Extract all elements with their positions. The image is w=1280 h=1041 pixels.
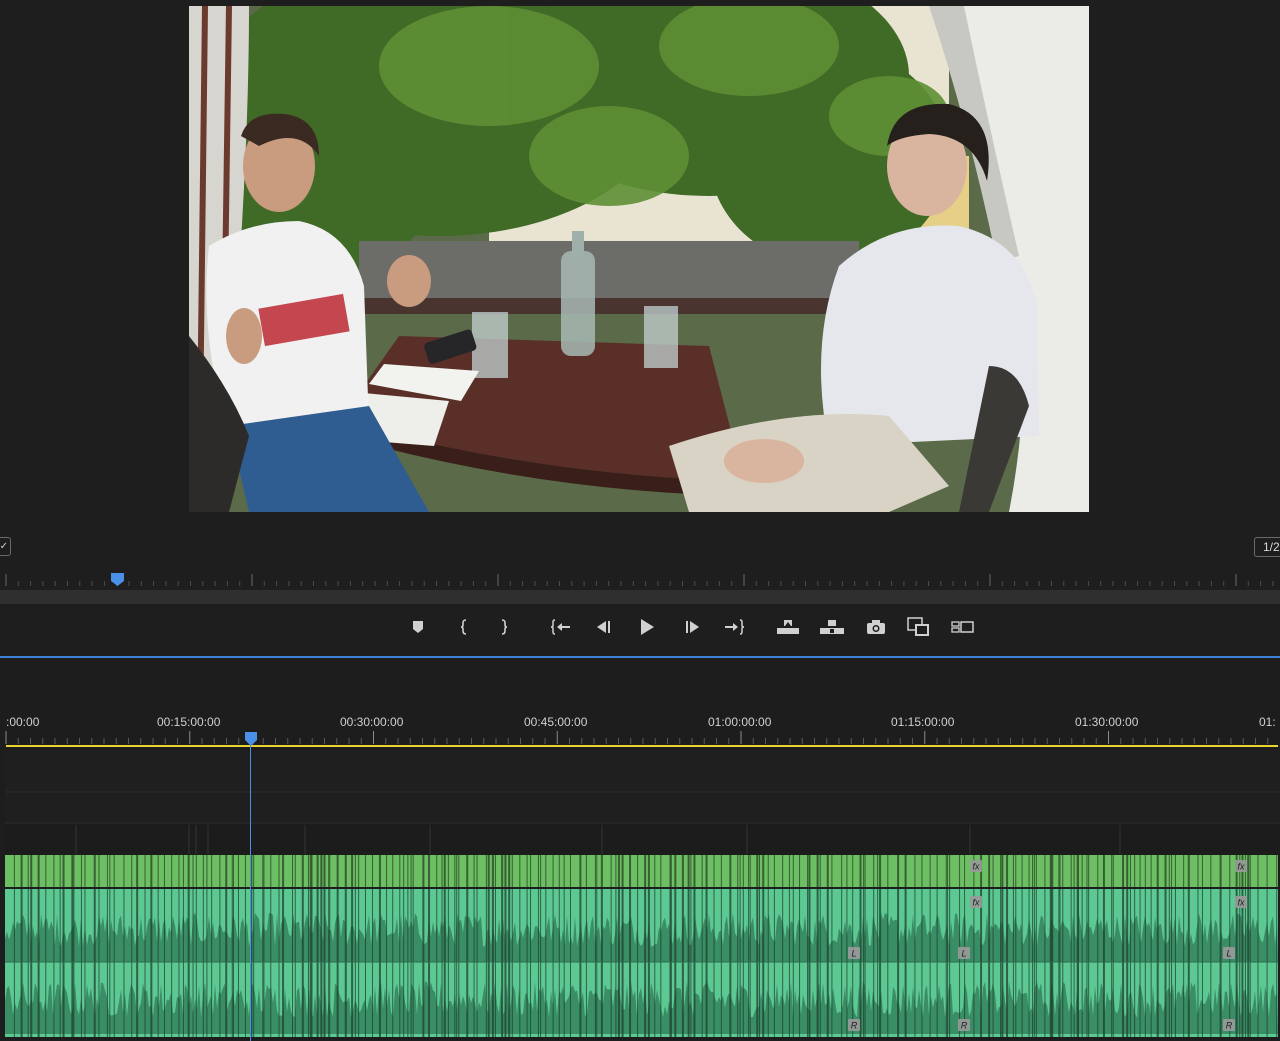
mark-out-button[interactable]: [489, 612, 519, 642]
multicam-icon: [951, 621, 974, 633]
extract-button[interactable]: [817, 612, 847, 642]
channel-left-badge: L: [848, 947, 860, 959]
playback-resolution-dropdown[interactable]: 1/2: [1254, 537, 1280, 557]
channel-left-badge: L: [1223, 947, 1235, 959]
svg-text:L: L: [1226, 949, 1231, 959]
step-forward-icon: [686, 621, 699, 633]
channel-right-badge: R: [1223, 1019, 1235, 1031]
svg-text:fx: fx: [1237, 898, 1245, 908]
marker-icon: [413, 621, 423, 633]
video-track-v3[interactable]: [5, 750, 1280, 792]
video-frame-icon: [189, 6, 1089, 512]
step-back-icon: [597, 621, 610, 633]
channel-left-badge: L: [958, 947, 970, 959]
go-to-out-button[interactable]: [719, 612, 749, 642]
svg-text:L: L: [961, 949, 966, 959]
add-marker-button[interactable]: [403, 612, 433, 642]
playhead-icon[interactable]: [244, 731, 258, 747]
timeline-panel: :00:00 00:15:00:00 00:30:00:00 00:45:00:…: [0, 658, 1280, 1041]
timecode-label: 00:30:00:00: [340, 715, 404, 729]
camera-icon: [867, 620, 885, 634]
timecode-label: 01:30:00:00: [1075, 715, 1139, 729]
channel-right-badge: R: [848, 1019, 860, 1031]
svg-text:R: R: [1226, 1021, 1233, 1031]
comparison-view-button[interactable]: [904, 612, 934, 642]
multicam-button[interactable]: [948, 612, 978, 642]
video-track-v1[interactable]: [5, 855, 1278, 887]
monitor-time-ruler[interactable]: [0, 570, 1280, 590]
svg-text:L: L: [851, 949, 856, 959]
mark-in-button[interactable]: [449, 612, 479, 642]
go-to-in-button[interactable]: [546, 612, 576, 642]
timecode-label: 00:15:00:00: [157, 715, 221, 729]
mark-out-icon: [501, 619, 508, 635]
program-monitor-video[interactable]: [189, 6, 1089, 512]
play-icon: [641, 619, 654, 635]
fx-badge-icon: fx: [970, 896, 982, 908]
audio-track-a1[interactable]: [5, 889, 1278, 1037]
svg-text:R: R: [961, 1021, 968, 1031]
go-to-out-icon: [725, 619, 744, 635]
program-monitor: ✓ 1/2: [0, 0, 1280, 655]
timecode-label: 01:15:00:00: [891, 715, 955, 729]
svg-text:R: R: [851, 1021, 858, 1031]
timeline-tracks: fx fx fx fx L L L R R R: [5, 750, 1280, 1037]
zoom-fit-dropdown[interactable]: ✓: [0, 537, 11, 556]
svg-text:fx: fx: [972, 898, 980, 908]
extract-icon: [820, 620, 844, 634]
go-to-in-icon: [551, 619, 570, 635]
playhead-line[interactable]: [250, 737, 251, 1041]
lift-icon: [777, 620, 799, 634]
lift-button[interactable]: [773, 612, 803, 642]
svg-text:fx: fx: [972, 862, 980, 872]
transport-controls: [0, 612, 1280, 642]
step-back-button[interactable]: [589, 612, 619, 642]
monitor-playhead-icon[interactable]: [111, 573, 124, 586]
timecode-label: 01:: [1259, 715, 1276, 729]
fx-badge-icon: fx: [1235, 860, 1247, 872]
monitor-zoom-scrollbar[interactable]: [0, 590, 1280, 604]
fx-badge-icon: fx: [1235, 896, 1247, 908]
step-forward-button[interactable]: [677, 612, 707, 642]
play-button[interactable]: [632, 612, 662, 642]
video-track-v2[interactable]: [5, 793, 1280, 823]
timecode-label: 00:45:00:00: [524, 715, 588, 729]
work-area-bar[interactable]: [6, 745, 1278, 747]
channel-right-badge: R: [958, 1019, 970, 1031]
mark-in-icon: [460, 619, 467, 635]
comparison-icon: [907, 617, 929, 636]
export-frame-button[interactable]: [861, 612, 891, 642]
timecode-label: 01:00:00:00: [708, 715, 772, 729]
timecode-label: :00:00: [6, 715, 40, 729]
fx-badge-icon: fx: [970, 860, 982, 872]
svg-text:fx: fx: [1237, 862, 1245, 872]
